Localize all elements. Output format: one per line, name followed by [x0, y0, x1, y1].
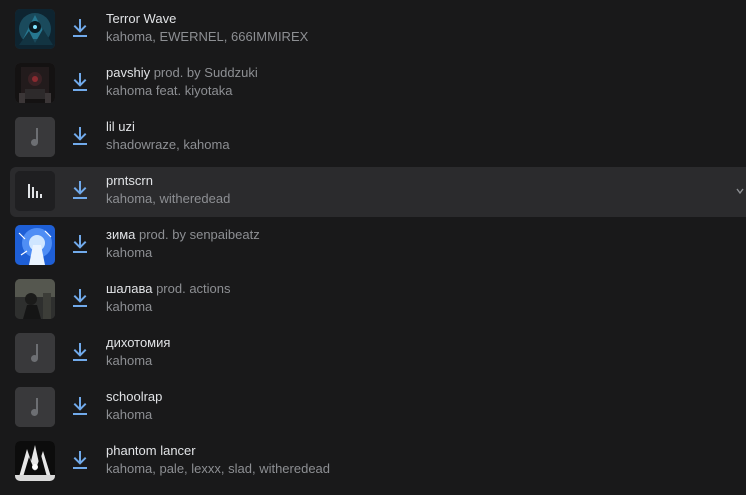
- track-row[interactable]: lil uzi shadowraze, kahoma: [10, 113, 746, 163]
- download-icon[interactable]: [68, 124, 92, 148]
- track-title-line: шалава prod. actions: [106, 280, 726, 298]
- track-row[interactable]: schoolrap kahoma: [10, 383, 746, 433]
- cover-art[interactable]: [15, 63, 55, 103]
- music-note-icon: [15, 333, 55, 373]
- track-title[interactable]: schoolrap: [106, 389, 162, 404]
- equalizer-icon: [15, 171, 55, 211]
- track-row[interactable]: phantom lancer kahoma, pale, lexxx, slad…: [10, 437, 746, 487]
- track-title-line: pavshiy prod. by Suddzuki: [106, 64, 726, 82]
- track-artists[interactable]: kahoma, EWERNEL, 666IMMIREX: [106, 28, 726, 46]
- track-title-line: phantom lancer: [106, 442, 726, 460]
- track-row[interactable]: дихотомия kahoma: [10, 329, 746, 379]
- track-artists[interactable]: kahoma: [106, 298, 726, 316]
- track-title[interactable]: prntscrn: [106, 173, 153, 188]
- track-artists[interactable]: kahoma: [106, 352, 726, 370]
- track-artists[interactable]: kahoma, pale, lexxx, slad, witheredead: [106, 460, 726, 478]
- track-title[interactable]: lil uzi: [106, 119, 135, 134]
- album-art-image: [15, 9, 55, 49]
- cover-art[interactable]: [15, 117, 55, 157]
- album-art-image: [15, 63, 55, 103]
- track-subtitle: prod. actions: [152, 281, 231, 296]
- cover-art[interactable]: [15, 171, 55, 211]
- download-icon[interactable]: [68, 394, 92, 418]
- track-subtitle: prod. by Suddzuki: [150, 65, 258, 80]
- album-art-image: [15, 225, 55, 265]
- track-title[interactable]: pavshiy: [106, 65, 150, 80]
- album-art-image: [15, 279, 55, 319]
- cover-art[interactable]: [15, 333, 55, 373]
- track-title-line: prntscrn: [106, 172, 726, 190]
- cover-art[interactable]: [15, 279, 55, 319]
- track-artists[interactable]: shadowraze, kahoma: [106, 136, 726, 154]
- track-row[interactable]: pavshiy prod. by Suddzuki kahoma feat. k…: [10, 59, 746, 109]
- cover-art[interactable]: [15, 441, 55, 481]
- download-icon[interactable]: [68, 286, 92, 310]
- track-artists[interactable]: kahoma: [106, 406, 726, 424]
- download-icon[interactable]: [68, 178, 92, 202]
- track-title-line: дихотомия: [106, 334, 726, 352]
- track-title-line: lil uzi: [106, 118, 726, 136]
- cover-art[interactable]: [15, 9, 55, 49]
- track-title[interactable]: дихотомия: [106, 335, 170, 350]
- music-note-icon: [15, 387, 55, 427]
- track-artists[interactable]: kahoma, witheredead: [106, 190, 726, 208]
- track-row[interactable]: Terror Wave kahoma, EWERNEL, 666IMMIREX: [10, 5, 746, 55]
- track-row[interactable]: шалава prod. actions kahoma: [10, 275, 746, 325]
- download-icon[interactable]: [68, 232, 92, 256]
- track-title[interactable]: phantom lancer: [106, 443, 196, 458]
- download-icon[interactable]: [68, 70, 92, 94]
- chevron-down-icon[interactable]: [736, 185, 744, 199]
- track-subtitle: prod. by senpaibeatz: [135, 227, 260, 242]
- download-icon[interactable]: [68, 340, 92, 364]
- track-title[interactable]: Terror Wave: [106, 11, 176, 26]
- track-artists[interactable]: kahoma feat. kiyotaka: [106, 82, 726, 100]
- music-note-icon: [15, 117, 55, 157]
- track-title-line: Terror Wave: [106, 10, 726, 28]
- download-icon[interactable]: [68, 16, 92, 40]
- track-row-active[interactable]: prntscrn kahoma, witheredead: [10, 167, 746, 217]
- cover-art[interactable]: [15, 225, 55, 265]
- track-artists[interactable]: kahoma: [106, 244, 726, 262]
- track-title-line: schoolrap: [106, 388, 726, 406]
- cover-art[interactable]: [15, 387, 55, 427]
- track-row[interactable]: зима prod. by senpaibeatz kahoma: [10, 221, 746, 271]
- track-title-line: зима prod. by senpaibeatz: [106, 226, 726, 244]
- album-art-image: [15, 441, 55, 481]
- track-title[interactable]: зима: [106, 227, 135, 242]
- download-icon[interactable]: [68, 448, 92, 472]
- track-title[interactable]: шалава: [106, 281, 152, 296]
